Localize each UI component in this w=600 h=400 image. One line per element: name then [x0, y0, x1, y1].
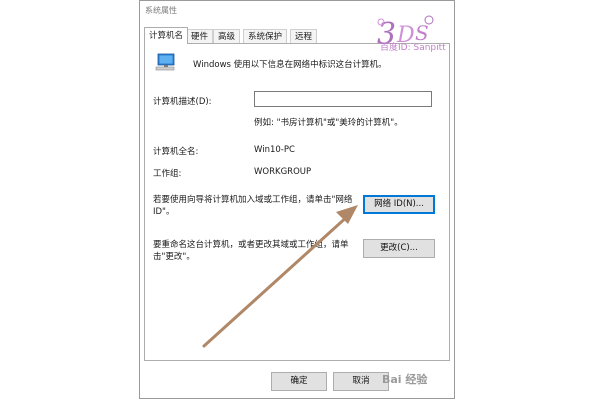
tab-system-protection[interactable]: 系统保护: [243, 29, 288, 43]
rename-text: 要重命名这台计算机，或者更改其域或工作组，请单击"更改"。: [153, 240, 349, 262]
network-id-text: 若要使用向导将计算机加入域或工作组，请单击"网络 ID"。: [153, 195, 353, 217]
cancel-button[interactable]: 取消: [333, 372, 389, 391]
fullname-value: Win10-PC: [254, 145, 295, 155]
description-input[interactable]: [254, 91, 432, 107]
change-button[interactable]: 更改(C)...: [363, 239, 435, 258]
tab-hardware[interactable]: 硬件: [186, 29, 214, 43]
watermark-bottom: Bai 经验: [382, 373, 428, 386]
network-id-button[interactable]: 网络 ID(N)...: [363, 195, 435, 214]
ok-button[interactable]: 确定: [271, 372, 327, 391]
watermark-text: 百度ID: Sanpitt: [380, 43, 446, 53]
tab-remote[interactable]: 远程: [290, 29, 318, 43]
workgroup-label: 工作组:: [153, 169, 182, 179]
description-label: 计算机描述(D):: [153, 97, 212, 107]
example-text: 例如: "书房计算机"或"美玲的计算机"。: [254, 118, 403, 128]
window-title: 系统属性: [145, 6, 177, 15]
workgroup-value: WORKGROUP: [254, 167, 312, 177]
tab-advanced[interactable]: 高级: [213, 29, 241, 43]
computer-icon: [155, 53, 175, 71]
intro-text: Windows 使用以下信息在网络中标识这台计算机。: [193, 60, 387, 70]
tab-computer-name[interactable]: 计算机名: [144, 27, 189, 44]
computer-name-panel: Windows 使用以下信息在网络中标识这台计算机。 计算机描述(D): 例如:…: [144, 43, 450, 361]
fullname-label: 计算机全名:: [153, 147, 199, 157]
system-properties-dialog: 系统属性 计算机名 硬件 高级 系统保护 远程 Windows 使用以下信息在网…: [139, 0, 455, 399]
